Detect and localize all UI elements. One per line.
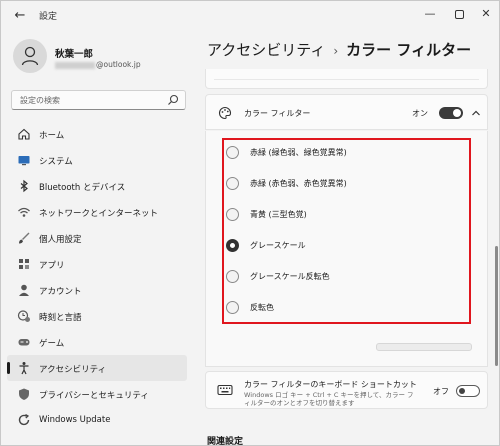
time-language-icon (17, 310, 30, 322)
sidebar-item-home[interactable]: ホーム (7, 121, 187, 147)
sidebar-item-label: Bluetooth とデバイス (39, 183, 126, 193)
account-icon (19, 284, 29, 296)
color-filter-title: カラー フィルター (244, 109, 311, 118)
sidebar-item-personalization[interactable]: 個人用設定 (7, 225, 187, 251)
system-icon (18, 156, 30, 166)
chevron-up-icon[interactable] (470, 107, 482, 119)
sidebar-nav: ホーム システム Bluetooth とデバイス ネットワークとインターネット … (1, 121, 196, 433)
color-filter-header[interactable]: カラー フィルター オン (205, 94, 488, 130)
title-bar: ← 設定 — ✕ (1, 1, 499, 31)
sidebar-item-label: アクセシビリティ (39, 365, 107, 375)
divider (214, 79, 479, 80)
shortcut-title: カラー フィルターのキーボード ショートカット (244, 380, 417, 389)
shield-icon (19, 388, 29, 400)
minimize-button[interactable]: — (419, 5, 441, 23)
filter-preview (376, 343, 472, 351)
sidebar-item-accessibility[interactable]: アクセシビリティ (7, 355, 187, 381)
accessibility-icon (19, 362, 29, 375)
bluetooth-icon (20, 179, 28, 193)
person-icon (21, 46, 39, 66)
search-input[interactable]: 設定の検索 (11, 90, 186, 110)
sidebar-item-label: 個人用設定 (39, 235, 82, 245)
maximize-icon (454, 9, 464, 19)
back-button[interactable]: ← (11, 7, 29, 25)
maximize-button[interactable] (448, 5, 470, 23)
sidebar-item-label: プライバシーとセキュリティ (39, 391, 149, 401)
sidebar-item-system[interactable]: システム (7, 147, 187, 173)
palette-icon (219, 106, 232, 120)
scrollbar[interactable] (495, 246, 498, 366)
sidebar-item-apps[interactable]: アプリ (7, 251, 187, 277)
sidebar-item-label: ホーム (39, 131, 65, 141)
user-email: @outlook.jp (55, 60, 141, 69)
keyboard-shortcut-card: カラー フィルターのキーボード ショートカット Windows ロゴ キー + … (205, 371, 488, 409)
sidebar-item-label: Windows Update (39, 415, 111, 425)
apps-icon (19, 259, 29, 269)
user-name: 秋葉一郎 (55, 49, 94, 60)
sidebar-item-gaming[interactable]: ゲーム (7, 329, 187, 355)
color-filter-toggle-state: オン (412, 109, 428, 118)
sidebar-item-time-language[interactable]: 時刻と言語 (7, 303, 187, 329)
breadcrumb-separator: › (333, 44, 339, 58)
sidebar-item-label: ゲーム (39, 339, 65, 349)
sidebar-item-label: アプリ (39, 261, 65, 271)
highlight-box (222, 138, 471, 324)
settings-window: ← 設定 — ✕ 秋葉一郎 @outlook.jp 設定の検索 ホーム システム (0, 0, 500, 446)
windows-update-icon (18, 413, 30, 426)
sidebar-item-label: アカウント (39, 287, 82, 297)
wifi-icon (18, 207, 30, 217)
page-title: カラー フィルター (346, 41, 472, 59)
gamepad-icon (18, 339, 30, 346)
active-indicator (7, 362, 10, 374)
sidebar-item-accounts[interactable]: アカウント (7, 277, 187, 303)
close-button[interactable]: ✕ (475, 5, 497, 23)
email-domain: @outlook.jp (96, 60, 141, 69)
avatar[interactable] (13, 39, 47, 73)
breadcrumb-parent[interactable]: アクセシビリティ (207, 41, 325, 59)
sidebar-item-network[interactable]: ネットワークとインターネット (7, 199, 187, 225)
sidebar-item-label: 時刻と言語 (39, 313, 82, 323)
search-placeholder: 設定の検索 (20, 96, 60, 105)
breadcrumb: アクセシビリティ › カラー フィルター (207, 39, 471, 60)
shortcut-toggle-state: オフ (433, 387, 449, 396)
shortcut-description: Windows ロゴ キー + Ctrl + C キーを押して、カラー フィルタ… (244, 391, 414, 407)
app-title: 設定 (39, 12, 58, 22)
sidebar-item-privacy[interactable]: プライバシーとセキュリティ (7, 381, 187, 407)
home-icon (18, 128, 30, 140)
sidebar-item-label: ネットワークとインターネット (39, 209, 159, 219)
sidebar-item-windows-update[interactable]: Windows Update (7, 407, 187, 433)
color-filter-toggle[interactable] (439, 107, 463, 119)
brush-icon (19, 232, 30, 244)
search-icon (168, 94, 179, 105)
toggle-knob (459, 388, 465, 394)
related-settings-heading: 関連設定 (207, 437, 244, 446)
sidebar-item-label: システム (39, 157, 73, 167)
email-redaction (55, 61, 95, 69)
sidebar-item-bluetooth[interactable]: Bluetooth とデバイス (7, 173, 187, 199)
previous-card-bottom (205, 69, 488, 89)
toggle-knob (453, 109, 461, 117)
shortcut-toggle[interactable] (456, 385, 480, 397)
keyboard-icon (217, 384, 233, 396)
